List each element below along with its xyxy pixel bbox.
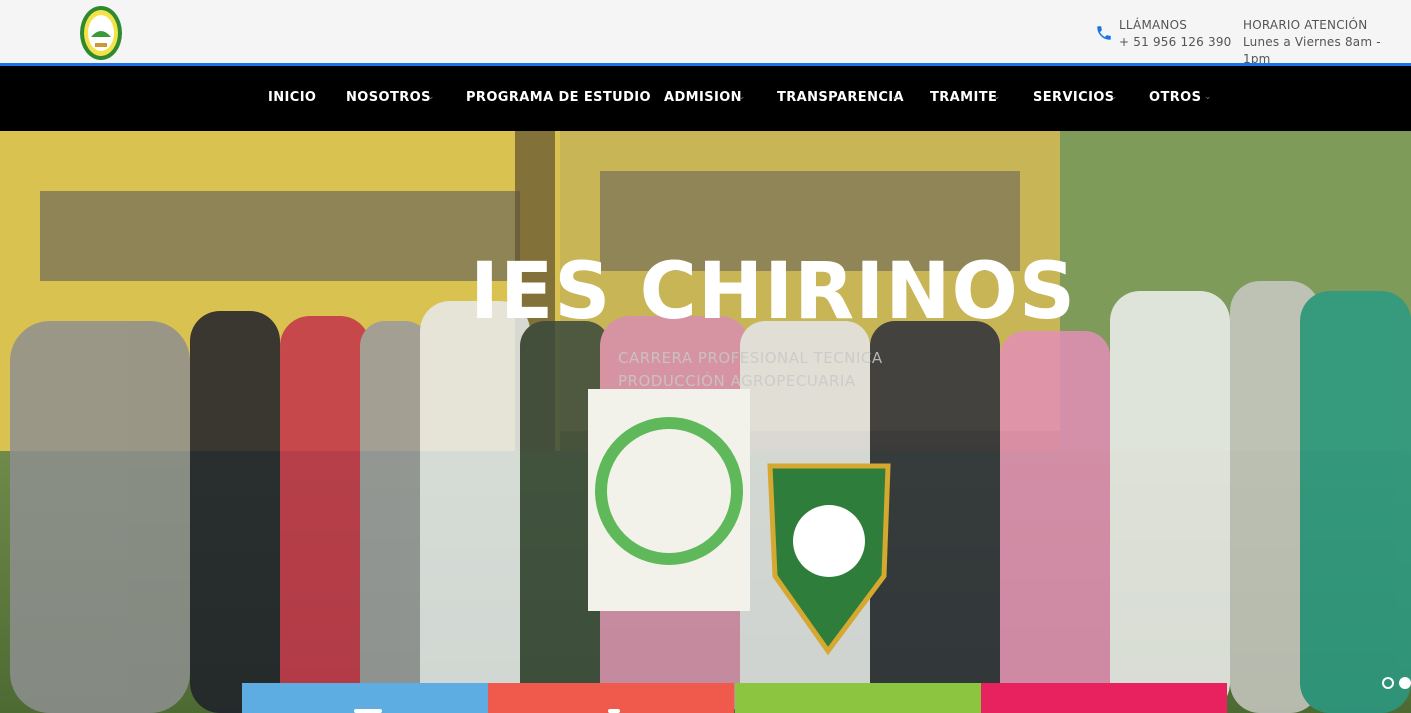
chevron-down-icon: ⌄ [1110,92,1118,102]
tile-icon-2 [608,709,620,713]
main-nav: INICIO NOSOTROS ⌄ PROGRAMA DE ESTUDIO ⌄ … [0,63,1411,131]
chevron-down-icon: ⌄ [993,92,1001,102]
tile-icon-1 [354,709,382,713]
hero-photo [0,131,1411,713]
nav-item-otros[interactable]: OTROS [1149,90,1201,105]
feature-tile-3[interactable] [735,683,981,713]
chevron-down-icon: ⌄ [1204,92,1212,102]
chevron-down-icon: ⌄ [891,92,899,102]
feature-tile-1[interactable] [242,683,488,713]
nav-item-tramite[interactable]: TRAMITE [930,90,997,105]
hero-title: IES CHIRINOS [469,247,1077,337]
hours-block: HORARIO ATENCIÓN Lunes a Viernes 8am - 1… [1243,17,1411,68]
feature-tile-4[interactable] [981,683,1227,713]
call-number[interactable]: + 51 956 126 390 [1119,34,1232,51]
hero-slider: IES CHIRINOS CARRERA PROFESIONAL TECNICA… [0,131,1411,713]
feature-tile-2[interactable] [488,683,734,713]
nav-item-programa[interactable]: PROGRAMA DE ESTUDIO [466,90,651,105]
chevron-down-icon: ⌄ [625,92,633,102]
chevron-down-icon: ⌄ [427,92,435,102]
slider-dot-2[interactable] [1399,677,1411,689]
call-block: LLÁMANOS + 51 956 126 390 [1119,17,1232,51]
hero-subtitle-line2: PRODUCCIÓN AGROPECUARIA [618,372,856,390]
nav-item-transparencia[interactable]: TRANSPARENCIA [777,90,904,105]
nav-item-nosotros[interactable]: NOSOTROS [346,90,431,105]
chevron-down-icon: ⌄ [738,92,746,102]
phone-icon [1097,26,1111,40]
hours-label: HORARIO ATENCIÓN [1243,18,1368,32]
hero-subtitle-line1: CARRERA PROFESIONAL TECNICA [618,349,883,367]
top-bar: LLÁMANOS + 51 956 126 390 HORARIO ATENCI… [0,0,1411,66]
institution-seal-icon[interactable] [79,5,123,61]
nav-item-admision[interactable]: ADMISION [664,90,742,105]
call-label: LLÁMANOS [1119,18,1188,32]
nav-item-inicio[interactable]: INICIO [268,90,316,105]
nav-item-servicios[interactable]: SERVICIOS [1033,90,1115,105]
slider-dot-1[interactable] [1382,677,1394,689]
